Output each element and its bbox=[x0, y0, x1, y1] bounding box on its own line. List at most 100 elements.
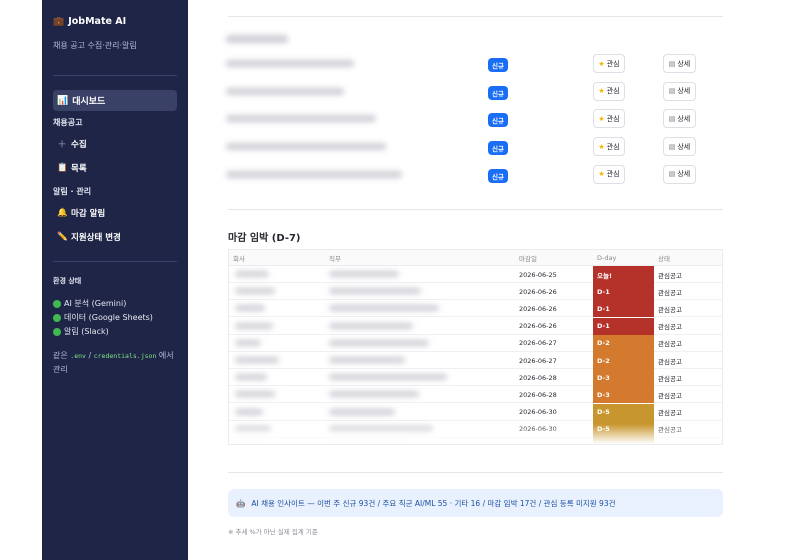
blurred-company bbox=[235, 322, 273, 329]
job-row: 신규 ★ 관심 ▤ 상세 bbox=[226, 137, 726, 157]
sidebar-item-label: 대시보드 bbox=[72, 97, 106, 107]
blurred-role bbox=[329, 271, 399, 277]
env-file: .env bbox=[70, 352, 86, 360]
favorite-button[interactable]: ★ 관심 bbox=[593, 109, 625, 129]
col-header-deadline[interactable]: 마감일 bbox=[515, 250, 593, 266]
deadline-date: 2026-06-27 bbox=[519, 356, 557, 365]
sidebar-divider bbox=[53, 75, 177, 76]
blurred-role bbox=[329, 408, 395, 415]
env-row-data: 데이터 (Google Sheets) bbox=[53, 312, 177, 323]
dday-cell: D-5 bbox=[593, 403, 654, 421]
table-row[interactable]: 2026-06-26 D-1 관심공고 bbox=[229, 317, 722, 335]
deadline-date: 2026-06-26 bbox=[519, 322, 557, 331]
favorite-label: 관심 bbox=[606, 170, 620, 179]
table-row[interactable]: 2026-06-26 D-1 관심공고 bbox=[229, 300, 722, 318]
chart-icon: 📊 bbox=[57, 95, 69, 106]
sidebar-item-status-change[interactable]: ✏️ 지원상태 변경 bbox=[57, 231, 177, 243]
env-title: 환경 상태 bbox=[53, 277, 82, 285]
table-row[interactable]: 2026-06-28 D-3 관심공고 bbox=[229, 386, 722, 404]
status-dot-icon bbox=[53, 299, 61, 308]
favorite-button[interactable]: ★ 관심 bbox=[593, 164, 625, 184]
job-row: 신규 ★ 관심 ▤ 상세 bbox=[226, 54, 726, 74]
deadline-date: 2026-06-30 bbox=[519, 408, 557, 417]
tagline: 채용 공고 수집·관리·알림 bbox=[53, 41, 137, 50]
dday-cell: D-1 bbox=[593, 300, 654, 318]
briefcase-icon: 💼 bbox=[53, 16, 65, 27]
sidebar-item-collect[interactable]: ＋ 수집 bbox=[57, 138, 177, 150]
col-header-company[interactable]: 회사 bbox=[229, 250, 325, 266]
blurred-company bbox=[235, 305, 265, 312]
blurred-role bbox=[329, 305, 439, 312]
ai-insight-banner: 🤖 AI 채용 인사이트 — 이번 주 신규 93건 / 주요 직군 AI/ML… bbox=[228, 489, 723, 517]
detail-label: 상세 bbox=[677, 142, 691, 151]
brand: 💼 JobMate AI bbox=[53, 16, 177, 27]
deadline-table: 회사 직무 마감일 D-day 상태 2026-06-25 오늘! 관심공고 2026… bbox=[228, 249, 723, 445]
favorite-button[interactable]: ★ 관심 bbox=[593, 81, 625, 101]
sidebar: 💼 JobMate AI 채용 공고 수집·관리·알림 📊 대시보드 채용공고 … bbox=[42, 0, 188, 560]
deadline-date: 2026-06-28 bbox=[519, 373, 557, 382]
detail-button[interactable]: ▤ 상세 bbox=[663, 137, 696, 157]
blurred-job-title bbox=[226, 170, 402, 178]
blurred-job-title bbox=[226, 115, 376, 123]
detail-label: 상세 bbox=[677, 59, 691, 68]
robot-icon: 🤖 bbox=[236, 498, 246, 508]
blurred-job-title bbox=[226, 143, 386, 151]
deadline-title: 마감 임박 (D-7) bbox=[228, 233, 301, 244]
pencil-icon: ✏️ bbox=[57, 232, 68, 242]
star-icon: ★ bbox=[598, 170, 605, 179]
bell-icon: 🔔 bbox=[57, 208, 68, 218]
detail-button[interactable]: ▤ 상세 bbox=[663, 81, 696, 101]
new-badge: 신규 bbox=[488, 113, 508, 128]
sidebar-item-list[interactable]: 📋 목록 bbox=[57, 162, 177, 174]
credentials-file: credentials.json bbox=[93, 352, 157, 360]
sidebar-item-label: 목록 bbox=[71, 164, 87, 174]
new-badge: 신규 bbox=[488, 85, 508, 100]
sidebar-item-dashboard[interactable]: 📊 대시보드 bbox=[53, 90, 177, 111]
deadline-date: 2026-06-25 bbox=[519, 270, 557, 279]
document-icon: ▤ bbox=[668, 170, 676, 179]
blurred-role bbox=[329, 322, 413, 329]
star-icon: ★ bbox=[598, 59, 605, 68]
divider bbox=[228, 209, 723, 210]
footnote: ※ 추세 %가 아닌 실제 집계 기준 bbox=[228, 528, 318, 536]
env-note-sep: / bbox=[88, 351, 92, 360]
favorite-button[interactable]: ★ 관심 bbox=[593, 54, 625, 73]
favorite-label: 관심 bbox=[606, 59, 620, 68]
table-row[interactable]: 2026-06-28 D-3 관심공고 bbox=[229, 369, 722, 387]
document-icon: ▤ bbox=[668, 87, 676, 96]
divider bbox=[228, 16, 723, 17]
divider bbox=[228, 472, 723, 473]
favorite-button[interactable]: ★ 관심 bbox=[593, 137, 625, 157]
status-cell: 관심공고 bbox=[658, 271, 682, 280]
blurred-company bbox=[235, 391, 275, 398]
detail-button[interactable]: ▤ 상세 bbox=[663, 164, 696, 184]
status-cell: 관심공고 bbox=[658, 288, 682, 297]
deadline-date: 2026-06-26 bbox=[519, 304, 557, 313]
table-row[interactable]: 2026-06-30 D-5 관심공고 bbox=[229, 403, 722, 421]
col-header-role[interactable]: 직무 bbox=[325, 250, 515, 266]
blurred-role bbox=[329, 357, 405, 363]
table-row[interactable]: 2026-06-27 D-2 관심공고 bbox=[229, 352, 722, 369]
table-row[interactable]: 2026-06-27 D-2 관심공고 bbox=[229, 334, 722, 352]
status-cell: 관심공고 bbox=[658, 305, 682, 314]
status-cell: 관심공고 bbox=[658, 374, 682, 383]
blurred-company bbox=[235, 271, 269, 277]
section-jobs: 채용공고 bbox=[53, 118, 83, 127]
blurred-role bbox=[329, 374, 447, 381]
table-row[interactable]: 2026-06-25 오늘! 관심공고 bbox=[229, 266, 722, 283]
col-header-dday[interactable]: D-day bbox=[593, 250, 654, 266]
blurred-company bbox=[235, 408, 263, 415]
main-content: 신규 ★ 관심 ▤ 상세 신규 ★ 관심 ▤ 상세 신규 ★ 관심 ▤ 상세 신규 ★ 관심 ▤ 상세 신규 ★ 관심 ▤ 상세… bbox=[188, 0, 800, 560]
blurred-role bbox=[329, 391, 419, 398]
table-row[interactable]: 2026-06-26 D-1 관심공고 bbox=[229, 283, 722, 301]
sidebar-item-deadline-alert[interactable]: 🔔 마감 알림 bbox=[57, 207, 177, 219]
detail-button[interactable]: ▤ 상세 bbox=[663, 109, 696, 129]
detail-button[interactable]: ▤ 상세 bbox=[663, 54, 696, 73]
deadline-date: 2026-06-27 bbox=[519, 339, 557, 348]
deadline-date: 2026-06-28 bbox=[519, 390, 557, 399]
status-dot-icon bbox=[53, 327, 61, 336]
col-header-status[interactable]: 상태 bbox=[654, 250, 722, 266]
env-note: 같은 .env / credentials.json 에서 관리 bbox=[53, 349, 177, 376]
detail-label: 상세 bbox=[677, 87, 691, 96]
dday-cell: D-2 bbox=[593, 352, 654, 369]
